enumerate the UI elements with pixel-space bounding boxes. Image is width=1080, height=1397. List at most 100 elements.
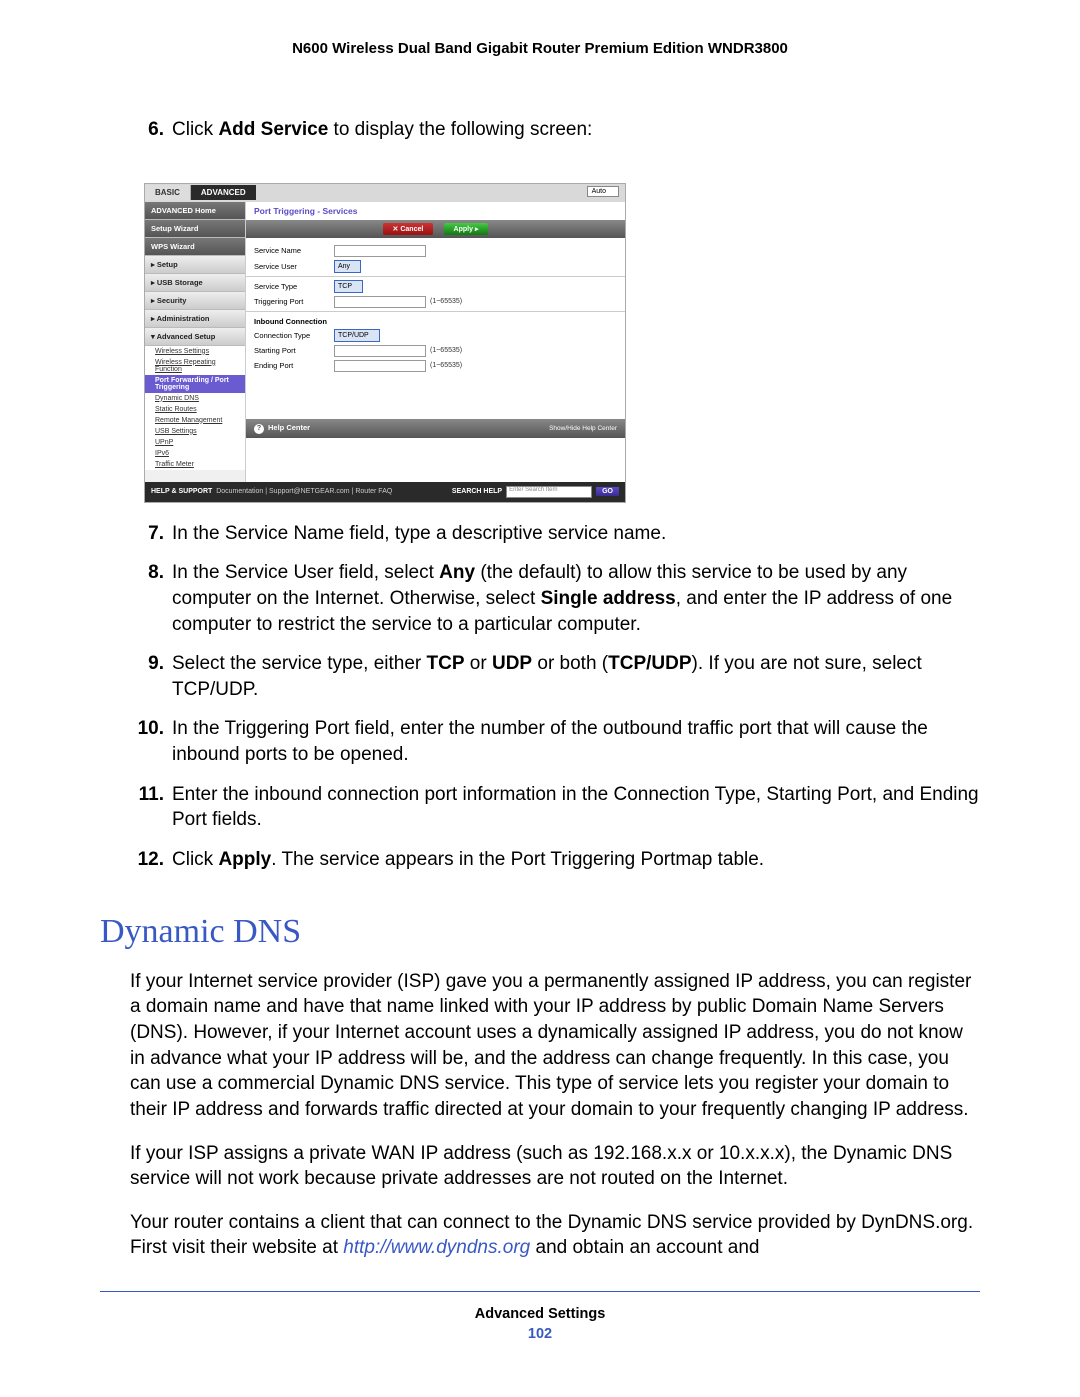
- step-post: to display the following screen:: [328, 119, 592, 140]
- router-ui: BASIC ADVANCED Auto ADVANCED Home Setup …: [144, 183, 626, 503]
- step-number: 11.: [130, 782, 172, 833]
- step-item: 10.In the Triggering Port field, enter t…: [130, 716, 980, 767]
- help-icon: ?: [254, 424, 264, 434]
- row-service-user: Service User Any: [254, 260, 617, 273]
- paragraph-2: If your ISP assigns a private WAN IP add…: [130, 1141, 980, 1192]
- search-help-input[interactable]: Enter Search Item: [506, 486, 592, 498]
- paragraph-3: Your router contains a client that can c…: [130, 1210, 980, 1261]
- step-6: 6. Click Add Service to display the foll…: [130, 117, 980, 143]
- step-number: 10.: [130, 716, 172, 767]
- ordered-steps-top: 6. Click Add Service to display the foll…: [130, 117, 980, 143]
- step-number: 12.: [130, 847, 172, 873]
- sub-traffic-meter[interactable]: Traffic Meter: [145, 459, 245, 470]
- label-starting-port: Starting Port: [254, 346, 334, 355]
- sidebar-security[interactable]: ▸ Security: [145, 292, 245, 310]
- panel-title: Port Triggering - Services: [246, 202, 625, 220]
- label-service-user: Service User: [254, 262, 334, 271]
- step-number: 6.: [130, 117, 172, 143]
- footer-section-label: Advanced Settings: [100, 1306, 980, 1322]
- tab-basic[interactable]: BASIC: [145, 185, 191, 200]
- input-service-name[interactable]: [334, 245, 426, 257]
- label-inbound-connection: Inbound Connection: [254, 317, 617, 326]
- cancel-label: Cancel: [400, 226, 423, 233]
- step-text: In the Service User field, select Any (t…: [172, 560, 980, 637]
- router-main-panel: Port Triggering - Services ✕ Cancel Appl…: [246, 202, 625, 482]
- range-triggering-port: (1~65535): [430, 298, 462, 305]
- label-triggering-port: Triggering Port: [254, 297, 334, 306]
- sidebar-advanced-setup[interactable]: ▾ Advanced Setup: [145, 328, 245, 346]
- para3-post: and obtain an account and: [530, 1237, 759, 1258]
- ordered-steps-bottom: 7.In the Service Name field, type a desc…: [130, 521, 980, 873]
- select-service-type[interactable]: TCP: [334, 280, 363, 293]
- row-ending-port: Ending Port (1~65535): [254, 360, 617, 372]
- input-triggering-port[interactable]: [334, 296, 426, 308]
- sub-wireless-repeating[interactable]: Wireless Repeating Function: [145, 357, 245, 375]
- sub-static-routes[interactable]: Static Routes: [145, 404, 245, 415]
- router-footer: HELP & SUPPORT Documentation | Support@N…: [145, 482, 625, 502]
- dyndns-link[interactable]: http://www.dyndns.org: [343, 1237, 530, 1258]
- row-connection-type: Connection Type TCP/UDP: [254, 329, 617, 342]
- sidebar-setup[interactable]: ▸ Setup: [145, 256, 245, 274]
- go-button[interactable]: GO: [596, 487, 619, 496]
- embedded-screenshot: BASIC ADVANCED Auto ADVANCED Home Setup …: [144, 183, 980, 503]
- search-help-label: SEARCH HELP: [452, 488, 502, 495]
- step-item: 11.Enter the inbound connection port inf…: [130, 782, 980, 833]
- step-text: In the Service Name field, type a descri…: [172, 521, 980, 547]
- row-starting-port: Starting Port (1~65535): [254, 345, 617, 357]
- row-service-name: Service Name: [254, 245, 617, 257]
- footer-left: HELP & SUPPORT Documentation | Support@N…: [151, 488, 452, 495]
- input-ending-port[interactable]: [334, 360, 426, 372]
- footer-links[interactable]: Documentation | Support@NETGEAR.com | Ro…: [216, 488, 392, 495]
- step-item: 12.Click Apply. The service appears in t…: [130, 847, 980, 873]
- step-text: In the Triggering Port field, enter the …: [172, 716, 980, 767]
- cancel-button[interactable]: ✕ Cancel: [383, 223, 434, 235]
- sidebar-wps-wizard[interactable]: WPS Wizard: [145, 238, 245, 256]
- row-triggering-port: Triggering Port (1~65535): [254, 296, 617, 308]
- page-number: 102: [100, 1326, 980, 1342]
- paragraph-1: If your Internet service provider (ISP) …: [130, 969, 980, 1123]
- help-center-label: Help Center: [268, 423, 310, 432]
- range-starting-port: (1~65535): [430, 347, 462, 354]
- sidebar-advanced-home[interactable]: ADVANCED Home: [145, 202, 245, 220]
- label-ending-port: Ending Port: [254, 361, 334, 370]
- apply-button[interactable]: Apply ▸: [444, 223, 489, 235]
- step-item: 8.In the Service User field, select Any …: [130, 560, 980, 637]
- sub-usb-settings[interactable]: USB Settings: [145, 426, 245, 437]
- sidebar-usb-storage[interactable]: ▸ USB Storage: [145, 274, 245, 292]
- router-tab-bar: BASIC ADVANCED Auto: [145, 184, 625, 202]
- step-number: 7.: [130, 521, 172, 547]
- document-header: N600 Wireless Dual Band Gigabit Router P…: [100, 40, 980, 57]
- step-text: Click Add Service to display the followi…: [172, 117, 980, 143]
- help-center-left: ? Help Center: [254, 423, 310, 434]
- auto-dropdown[interactable]: Auto: [587, 186, 619, 197]
- range-ending-port: (1~65535): [430, 362, 462, 369]
- step-number: 9.: [130, 651, 172, 702]
- sub-port-forwarding[interactable]: Port Forwarding / Port Triggering: [145, 375, 245, 393]
- select-connection-type[interactable]: TCP/UDP: [334, 329, 380, 342]
- help-support-label: HELP & SUPPORT: [151, 488, 212, 495]
- sub-ipv6[interactable]: IPv6: [145, 448, 245, 459]
- sub-upnp[interactable]: UPnP: [145, 437, 245, 448]
- label-service-name: Service Name: [254, 246, 334, 255]
- step-pre: Click: [172, 119, 218, 140]
- label-service-type: Service Type: [254, 282, 334, 291]
- apply-label: Apply: [454, 226, 473, 233]
- form-area: Service Name Service User Any Service Ty…: [246, 238, 625, 379]
- step-bold: Add Service: [218, 119, 328, 140]
- sub-wireless-settings[interactable]: Wireless Settings: [145, 346, 245, 357]
- sidebar-setup-wizard[interactable]: Setup Wizard: [145, 220, 245, 238]
- tab-advanced[interactable]: ADVANCED: [191, 185, 256, 200]
- row-service-type: Service Type TCP: [254, 280, 617, 293]
- step-item: 7.In the Service Name field, type a desc…: [130, 521, 980, 547]
- step-text: Click Apply. The service appears in the …: [172, 847, 980, 873]
- input-starting-port[interactable]: [334, 345, 426, 357]
- label-connection-type: Connection Type: [254, 331, 334, 340]
- select-service-user[interactable]: Any: [334, 260, 361, 273]
- help-center-bar[interactable]: ? Help Center Show/Hide Help Center: [246, 419, 625, 438]
- step-text: Enter the inbound connection port inform…: [172, 782, 980, 833]
- router-sidebar: ADVANCED Home Setup Wizard WPS Wizard ▸ …: [145, 202, 246, 482]
- sidebar-administration[interactable]: ▸ Administration: [145, 310, 245, 328]
- sub-dynamic-dns[interactable]: Dynamic DNS: [145, 393, 245, 404]
- help-center-toggle[interactable]: Show/Hide Help Center: [549, 425, 617, 432]
- sub-remote-management[interactable]: Remote Management: [145, 415, 245, 426]
